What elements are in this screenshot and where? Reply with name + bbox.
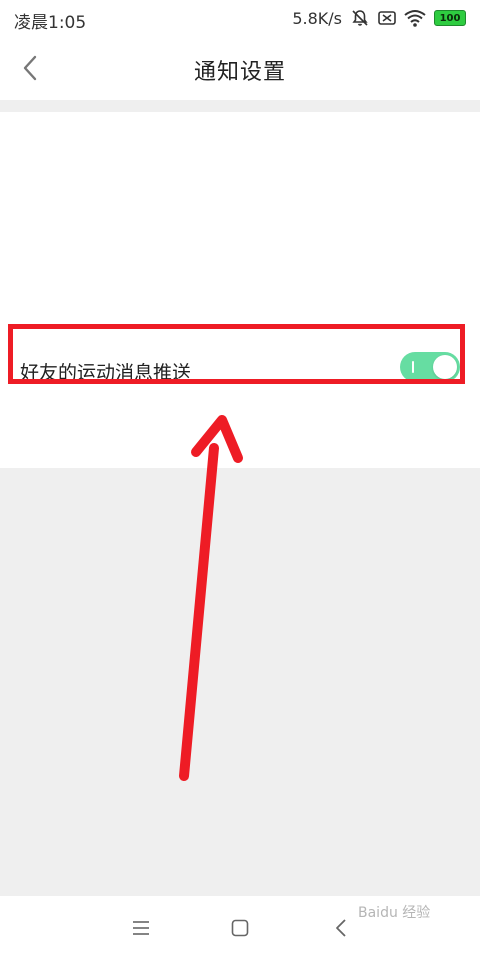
back-key[interactable] xyxy=(327,914,355,942)
watermark: Baidu 经验 xyxy=(358,905,431,921)
annotation-arrow xyxy=(179,415,243,781)
home-key[interactable] xyxy=(226,914,254,942)
back-icon xyxy=(334,918,348,938)
menu-key[interactable] xyxy=(127,914,155,942)
home-icon xyxy=(231,919,249,937)
menu-icon xyxy=(132,920,150,936)
